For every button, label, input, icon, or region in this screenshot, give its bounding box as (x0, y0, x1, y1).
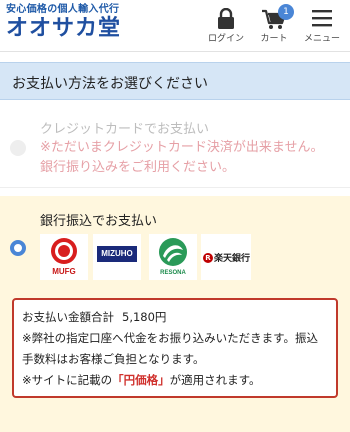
price-line-suffix: が適用されます。 (169, 373, 261, 387)
rakuten-bank-name: 楽天銀行 (214, 254, 251, 264)
bank-transfer-option[interactable]: 銀行振込でお支払い MUFG MIZUHO RESONA R 楽天銀行 お支払い金… (0, 196, 350, 432)
payment-method-header: お支払い方法をお選びください (0, 62, 350, 100)
menu-label: メニュー (303, 34, 340, 44)
site-tagline: 安心価格の個人輸入代行 (6, 4, 120, 15)
credit-card-warning-line1: ※ただいまクレジットカード決済が出来ません。 (40, 140, 324, 155)
mizuho-logo: MIZUHO (93, 234, 141, 280)
site-logo-text: オオサカ堂 (6, 16, 122, 41)
resona-logo: RESONA (149, 234, 197, 280)
rakuten-bank-label: R 楽天銀行 (203, 251, 250, 264)
header-nav: ログイン 1 カート メニュー (202, 4, 346, 50)
login-label: ログイン (207, 34, 244, 44)
mizuho-label: MIZUHO (97, 246, 137, 262)
mufg-mark-icon (51, 238, 77, 264)
login-button[interactable]: ログイン (202, 4, 250, 50)
bank-transfer-title: 銀行振込でお支払い (40, 214, 158, 229)
notice-transfer-line: ※弊社の指定口座へ代金をお振り込みいただきます。振込手数料はお客様ご負担となりま… (22, 331, 318, 366)
resona-mark-icon (159, 238, 187, 266)
site-header: 安心価格の個人輸入代行 オオサカ堂 ログイン 1 カート メニュー (0, 0, 350, 52)
notice-total-line: お支払い金額合計 5,180円 (22, 307, 328, 328)
bank-transfer-radio[interactable] (10, 240, 26, 256)
payment-notice: お支払い金額合計 5,180円 ※弊社の指定口座へ代金をお振り込みいただきます。振… (12, 298, 338, 398)
price-term-highlight: 「円価格」 (112, 373, 170, 387)
resona-label: RESONA (160, 270, 186, 276)
credit-card-radio (10, 140, 26, 156)
cart-button[interactable]: 1 カート (250, 4, 298, 50)
credit-card-warning: ※ただいまクレジットカード決済が出来ません。 銀行振り込みをご利用ください。 (40, 138, 324, 178)
mufg-label: MUFG (52, 267, 76, 276)
cart-count-badge: 1 (278, 4, 294, 20)
rakuten-r-icon: R (203, 253, 213, 263)
credit-card-title: クレジットカードでお支払い (40, 122, 210, 137)
cart-label: カート (260, 34, 288, 44)
credit-card-option: クレジットカードでお支払い ※ただいまクレジットカード決済が出来ません。 銀行振… (0, 100, 350, 188)
mufg-logo: MUFG (40, 234, 88, 280)
rakuten-bank-logo: R 楽天銀行 (201, 234, 251, 280)
notice-price-line: ※サイトに記載の「円価格」が適用されます。 (22, 370, 328, 391)
site-logo[interactable]: 安心価格の個人輸入代行 オオサカ堂 (6, 4, 121, 42)
total-amount: 5,180円 (122, 310, 167, 324)
menu-button[interactable]: メニュー (298, 4, 346, 50)
credit-card-warning-line2: 銀行振り込みをご利用ください。 (40, 160, 236, 175)
total-label: お支払い金額合計 (22, 310, 114, 324)
hamburger-menu-icon (312, 10, 332, 27)
price-line-prefix: ※サイトに記載の (22, 373, 113, 387)
section-title: お支払い方法をお選びください (12, 76, 208, 92)
lock-icon (218, 8, 234, 29)
